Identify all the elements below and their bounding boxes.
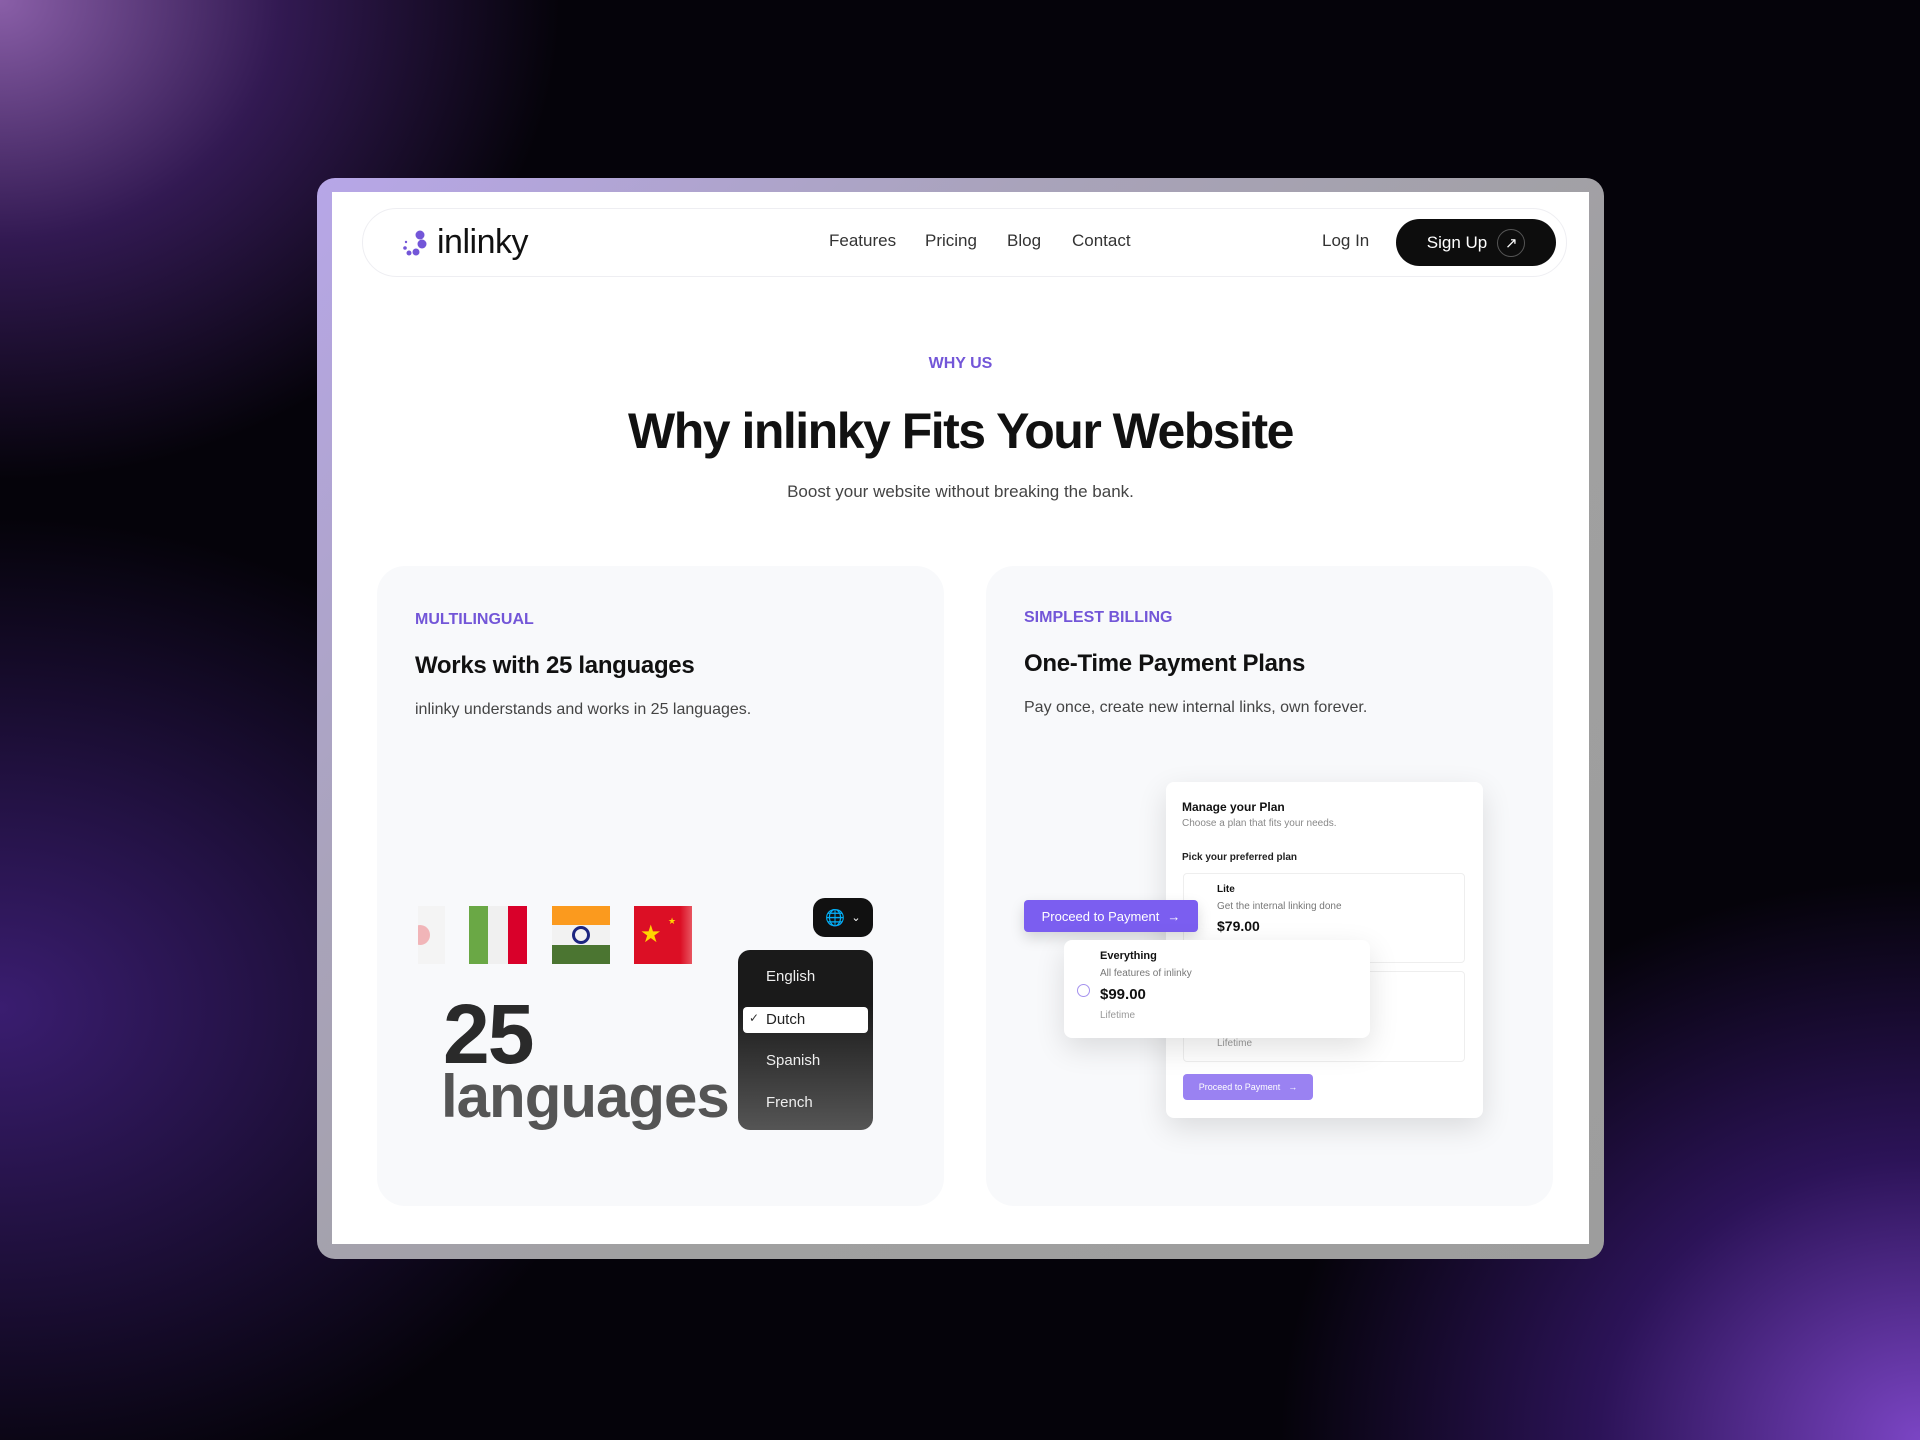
section-eyebrow: WHY US [928,355,993,372]
check-icon: ✓ [749,1011,760,1025]
nav-features[interactable]: Features [829,231,896,251]
radio-button[interactable] [1077,984,1090,997]
login-link[interactable]: Log In [1322,231,1369,251]
browser-frame: inlinky Features Pricing Blog Contact Lo… [317,178,1604,1259]
section-subtitle: Boost your website without breaking the … [787,482,1134,501]
logo[interactable]: inlinky [401,223,528,262]
arrow-right-icon: → [1288,1082,1298,1092]
language-dropdown: English ✓ Dutch Spanish French [738,950,873,1130]
signup-button[interactable]: Sign Up ↗ [1396,219,1556,266]
language-selector-button[interactable]: 🌐 ⌄ [813,898,873,937]
language-option-english[interactable]: English [766,968,815,985]
logo-dots-icon [403,230,427,255]
nav-blog[interactable]: Blog [1007,231,1041,251]
billing-card: SIMPLEST BILLING One-Time Payment Plans … [986,566,1553,1206]
language-option-label: Dutch [766,1011,806,1028]
proceed-label: Proceed to Payment [1041,908,1160,924]
card-desc: Pay once, create new internal links, own… [1024,699,1368,716]
globe-icon: 🌐 [825,909,846,927]
plan-desc: Get the internal linking done [1217,901,1342,912]
signup-label: Sign Up [1426,232,1488,252]
nav-pricing[interactable]: Pricing [925,231,977,251]
card-title: One-Time Payment Plans [1024,650,1306,677]
card-label: SIMPLEST BILLING [1024,609,1173,626]
page: inlinky Features Pricing Blog Contact Lo… [332,192,1589,1244]
plan-option-everything[interactable]: Everything All features of inlinky $99.0… [1064,940,1370,1038]
big-word: languages [441,1063,730,1130]
multilingual-card: MULTILINGUAL Works with 25 languages inl… [377,566,944,1206]
plan-price: $99.00 [1100,986,1146,1003]
card-title: Works with 25 languages [415,652,695,679]
arrow-right-icon: → [1167,908,1181,924]
card-label: MULTILINGUAL [415,611,534,628]
plan-term: Lifetime [1100,1010,1136,1021]
mock-title: Manage your Plan [1182,800,1285,814]
language-option-spanish[interactable]: Spanish [766,1052,820,1069]
india-flag-icon [552,906,610,964]
chevron-down-icon: ⌄ [851,912,861,924]
card-desc: inlinky understands and works in 25 lang… [415,701,752,718]
proceed-button-small[interactable]: Proceed to Payment → [1183,1074,1313,1100]
arrow-up-right-icon: ↗ [1497,228,1526,257]
section-title: Why inlinky Fits Your Website [628,403,1294,459]
nav-contact[interactable]: Contact [1072,231,1131,251]
plan-name: Lite [1217,884,1235,895]
italy-flag-icon [469,906,527,964]
japan-flag-icon [418,906,445,964]
plan-term: Lifetime [1217,1038,1253,1049]
mock-subtitle: Choose a plan that fits your needs. [1182,818,1337,829]
proceed-button[interactable]: Proceed to Payment → [1024,900,1198,932]
navbar: inlinky Features Pricing Blog Contact Lo… [362,208,1567,277]
plan-price: $79.00 [1217,918,1260,934]
language-option-dutch[interactable]: ✓ Dutch [743,1007,868,1033]
proceed-label: Proceed to Payment [1198,1082,1281,1092]
logo-text: inlinky [437,223,528,261]
plan-desc: All features of inlinky [1100,968,1192,979]
plan-name: Everything [1100,950,1157,962]
china-flag-icon: ★ ★ [634,906,692,964]
language-option-french[interactable]: French [766,1094,813,1111]
mock-pick: Pick your preferred plan [1182,852,1298,863]
